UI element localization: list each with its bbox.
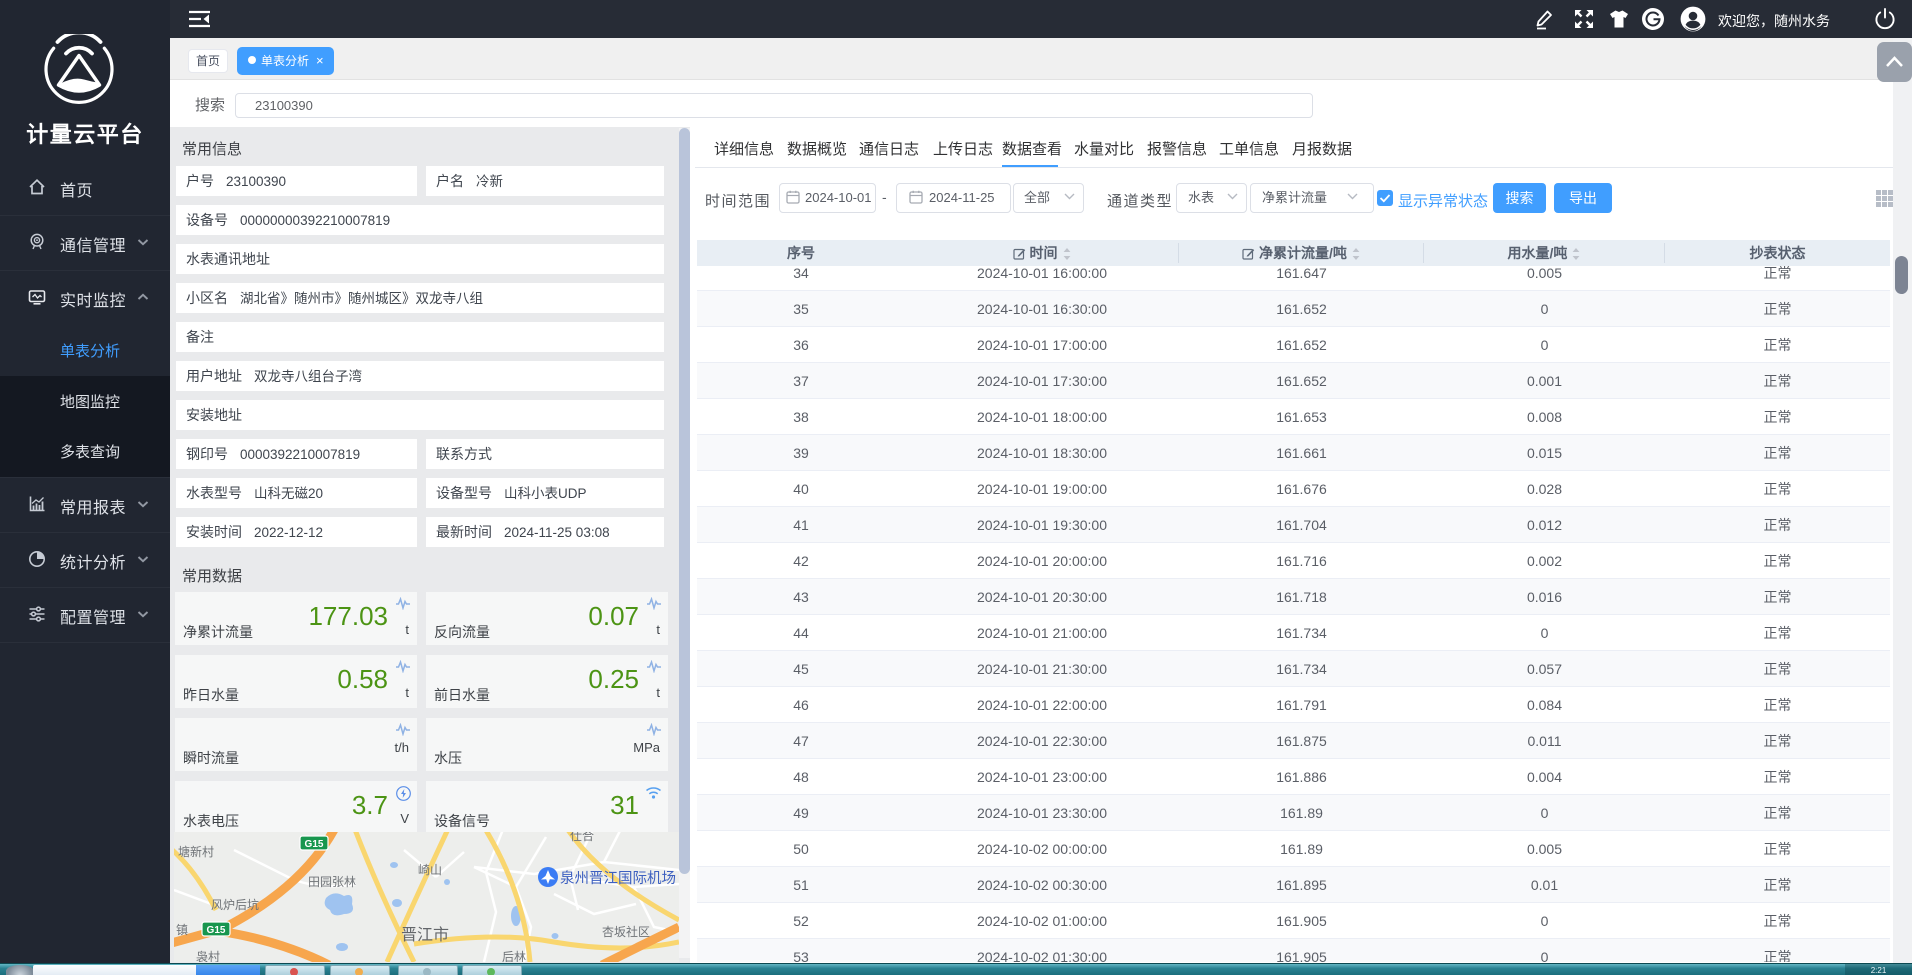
svg-text:晋江市: 晋江市	[401, 926, 449, 944]
svg-text:G15: G15	[305, 839, 324, 850]
svg-text:风炉后坑: 风炉后坑	[211, 897, 259, 912]
svg-text:镇: 镇	[176, 923, 188, 937]
svg-text:杏坂社区: 杏坂社区	[602, 924, 650, 939]
svg-text:塘新村: 塘新村	[178, 844, 214, 859]
svg-text:袅村: 袅村	[196, 949, 220, 962]
svg-text:田园张林: 田园张林	[308, 875, 356, 889]
svg-text:后林: 后林	[502, 950, 526, 962]
svg-text:崎山: 崎山	[418, 863, 442, 877]
svg-text:泉州晋江国际机场: 泉州晋江国际机场	[560, 870, 676, 887]
svg-text:仕合: 仕合	[570, 832, 594, 843]
svg-text:G15: G15	[207, 925, 226, 936]
